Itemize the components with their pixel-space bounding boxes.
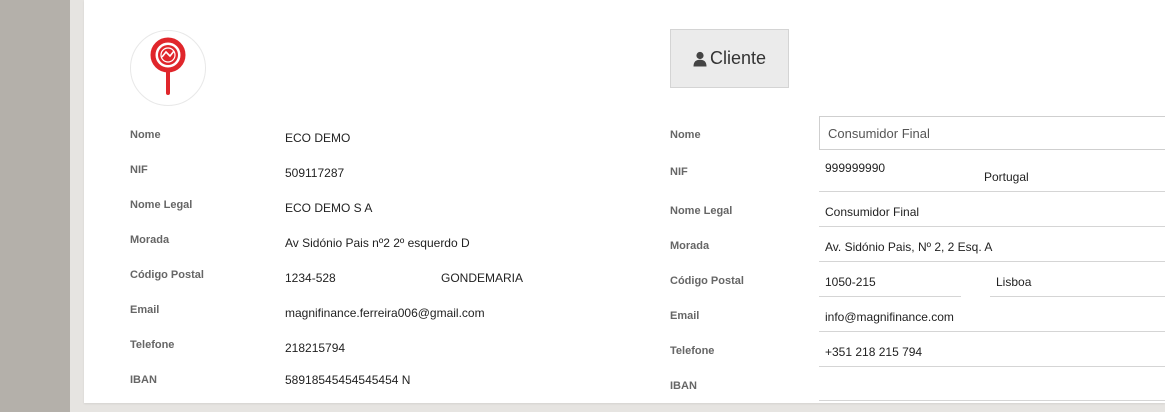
user-icon — [693, 51, 707, 66]
entity-postal-code-value: 1234-528 — [285, 271, 336, 285]
entity-nif-label: NIF — [130, 164, 148, 176]
client-country-value[interactable]: Portugal — [984, 170, 1029, 184]
entity-name-label: Nome — [130, 129, 161, 141]
client-legal-name-input[interactable]: Consumidor Final — [819, 192, 1165, 227]
client-city-input[interactable]: Lisboa — [990, 262, 1165, 297]
client-button-label: Cliente — [709, 48, 767, 68]
entity-phone-value: 218215794 — [285, 341, 346, 355]
company-logo — [130, 30, 206, 106]
entity-email-label: Email — [130, 304, 160, 316]
client-postal-code-input[interactable]: 1050-215 — [819, 262, 961, 297]
client-iban-input[interactable] — [819, 367, 1165, 401]
entity-legal-name-label: Nome Legal — [130, 199, 193, 211]
entity-postal-code-label: Código Postal — [130, 269, 204, 281]
client-iban-label: IBAN — [670, 380, 697, 392]
client-legal-name-label: Nome Legal — [670, 205, 733, 217]
client-nif-label: NIF — [670, 166, 688, 178]
entity-phone-label: Telefone — [130, 339, 175, 351]
left-background — [0, 0, 70, 412]
entity-email-value: magnifinance.ferreira006@gmail.com — [285, 306, 485, 320]
client-nif-value: 999999990 — [825, 161, 886, 175]
entity-iban-value: 58918545454545454 N — [285, 373, 411, 387]
entity-nif-value: 509117287 — [285, 166, 345, 180]
client-name-label: Nome — [670, 129, 701, 141]
client-postal-code-label: Código Postal — [670, 275, 744, 287]
client-phone-label: Telefone — [670, 345, 715, 357]
client-phone-input[interactable]: +351 218 215 794 — [819, 332, 1165, 367]
client-email-input[interactable]: info@magnifinance.com — [819, 297, 1165, 332]
client-button[interactable]: Cliente — [670, 29, 789, 88]
entity-name-value: ECO DEMO — [285, 131, 351, 145]
client-name-input[interactable]: Consumidor Final — [819, 116, 1165, 150]
client-address-label: Morada — [670, 240, 710, 252]
entity-legal-name-value: ECO DEMO S A — [285, 201, 373, 215]
entity-city-value: GONDEMARIA — [441, 271, 524, 285]
entity-address-value: Av Sidónio Pais nº2 2º esquerdo D — [285, 236, 470, 250]
magnifier-logo-icon — [150, 37, 186, 95]
client-address-input[interactable]: Av. Sidónio Pais, Nº 2, 2 Esq. A — [819, 227, 1165, 262]
entity-address-label: Morada — [130, 234, 170, 246]
client-email-label: Email — [670, 310, 700, 322]
entity-iban-label: IBAN — [130, 374, 157, 386]
